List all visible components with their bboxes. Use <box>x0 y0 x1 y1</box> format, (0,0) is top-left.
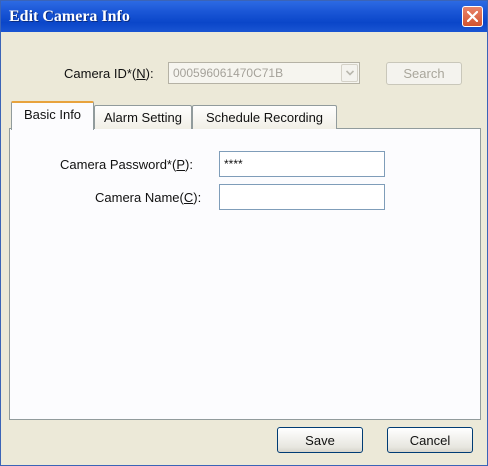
title-bar[interactable]: Edit Camera Info <box>1 1 487 32</box>
camera-name-label: Camera Name(C): <box>95 190 202 205</box>
camera-id-label: Camera ID*(N): <box>64 66 154 81</box>
tab-basic-info[interactable]: Basic Info <box>11 101 94 130</box>
edit-camera-info-dialog: Edit Camera Info Camera ID*(N): 00059606… <box>0 0 488 466</box>
camera-password-label: Camera Password*(P): <box>60 157 193 172</box>
tab-schedule-recording[interactable]: Schedule Recording <box>192 105 337 129</box>
dialog-title: Edit Camera Info <box>9 8 130 25</box>
camera-id-dropdown-button[interactable] <box>341 64 358 82</box>
camera-password-field[interactable]: **** <box>219 151 385 177</box>
tab-alarm-setting[interactable]: Alarm Setting <box>94 105 192 129</box>
close-icon <box>467 11 478 22</box>
basic-info-panel: Camera Password*(P): **** Camera Name(C)… <box>9 128 481 420</box>
close-button[interactable] <box>462 6 483 27</box>
cancel-button[interactable]: Cancel <box>387 427 473 453</box>
camera-id-select[interactable]: 000596061470C71B <box>168 62 360 84</box>
camera-id-value: 000596061470C71B <box>173 66 284 80</box>
camera-name-field[interactable] <box>219 184 385 210</box>
search-button[interactable]: Search <box>386 62 462 85</box>
camera-password-value: **** <box>224 157 243 171</box>
save-button[interactable]: Save <box>277 427 363 453</box>
chevron-down-icon <box>346 70 354 76</box>
